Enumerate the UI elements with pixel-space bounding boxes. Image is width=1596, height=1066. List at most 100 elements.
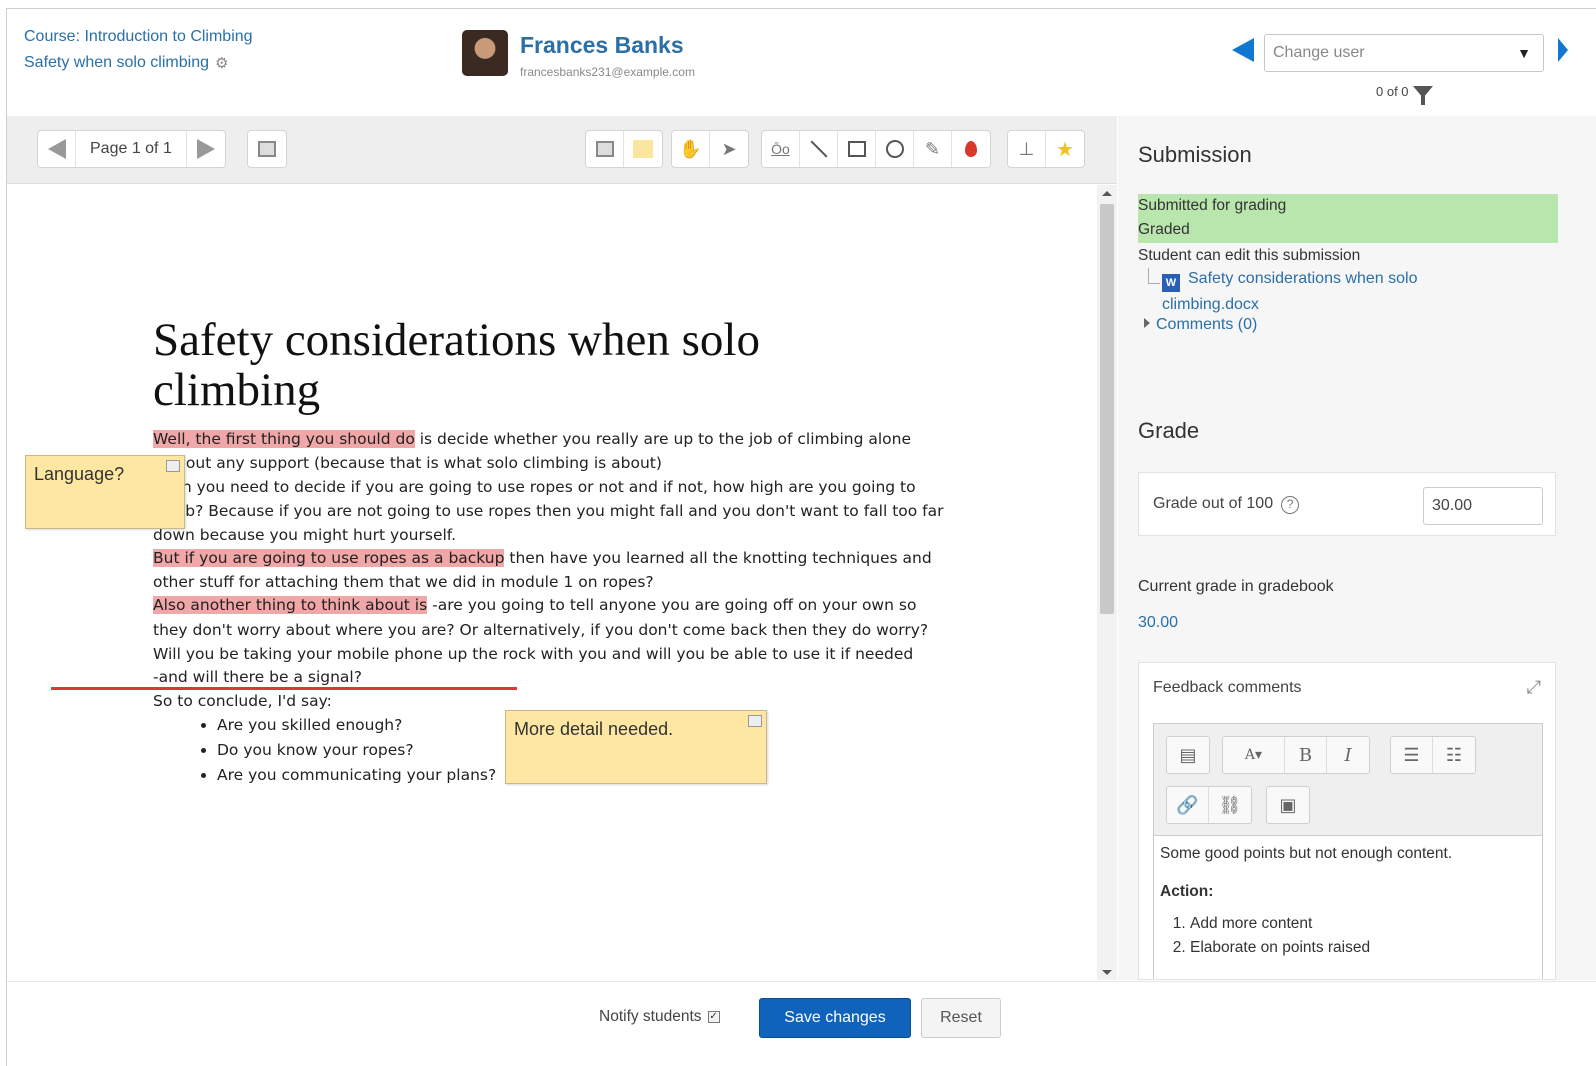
scroll-up-icon[interactable] (1102, 191, 1112, 196)
oval-tool-button[interactable] (876, 131, 914, 167)
filter-icon[interactable] (1412, 85, 1433, 105)
grade-label: Grade out of 100? (1153, 495, 1300, 514)
search-comments-group (247, 130, 287, 168)
list-item: Add more content (1190, 912, 1540, 936)
document-line: without any support (because that is wha… (153, 454, 662, 472)
annotation-toolbar: Page 1 of 1 ✋ ➤ Ōo ✎ ⊥ ★ (7, 116, 1117, 184)
toolbar-toggle-icon: ▤ (1179, 744, 1197, 766)
chevron-down-icon: ▼ (1517, 45, 1531, 61)
comment-color-button[interactable] (586, 131, 624, 167)
status-graded: Graded (1138, 218, 1558, 243)
editor-content[interactable]: Some good points but not enough content.… (1160, 842, 1540, 960)
cog-icon[interactable]: ⚙ (215, 54, 228, 72)
editor-group-format: A▾ B I (1222, 736, 1370, 774)
document-line: But if you are going to use ropes as a b… (153, 549, 932, 567)
ordered-list-button[interactable]: ☷ (1433, 737, 1475, 773)
stamp-button[interactable]: ⊥ (1008, 131, 1046, 167)
comment-menu-icon[interactable] (748, 715, 762, 727)
gradebook-value[interactable]: 30.00 (1138, 614, 1178, 632)
document-line: Well, the first thing you should do is d… (153, 430, 911, 448)
grade-input[interactable]: 30.00 (1423, 487, 1543, 525)
rectangle-tool-button[interactable] (838, 131, 876, 167)
submission-file-link[interactable]: W Safety considerations when solo climbin… (1162, 266, 1502, 318)
user-name[interactable]: Frances Banks (520, 32, 684, 59)
link-button[interactable]: 🔗 (1167, 787, 1209, 823)
editor-group-links: 🔗 ⛓ (1166, 786, 1252, 824)
comments-link[interactable]: Comments (0) (1144, 316, 1257, 334)
navigation-tools-group: ✋ ➤ (671, 130, 749, 168)
course-link[interactable]: Course: Introduction to Climbing (24, 28, 253, 46)
grade-label-text: Grade out of 100 (1153, 495, 1274, 512)
numbered-list-icon: ☷ (1445, 744, 1463, 766)
pan-button[interactable]: ✋ (672, 131, 710, 167)
editor-group-media: ▣ (1266, 786, 1310, 824)
prev-page-button[interactable] (38, 131, 76, 167)
comment-yellow-button[interactable] (624, 131, 662, 167)
tree-connector (1148, 268, 1160, 284)
highlight[interactable]: Well, the first thing you should do (153, 430, 415, 448)
change-user-placeholder: Change user (1273, 44, 1365, 61)
comment-note-detail[interactable]: More detail needed. (505, 710, 767, 784)
list-item: Do you know your ropes? (217, 738, 496, 763)
bold-button[interactable]: B (1285, 737, 1327, 773)
document-line: other stuff for attaching them that we d… (153, 573, 654, 591)
assignment-link[interactable]: Safety when solo climbing ⚙ (24, 54, 228, 72)
page-label: Page 1 of 1 (76, 131, 187, 167)
paragraph-style-button[interactable]: A▾ (1223, 737, 1285, 773)
toolbar-toggle-button[interactable]: ▤ (1167, 737, 1209, 773)
search-comments-button[interactable] (248, 131, 286, 167)
comment-note-text: More detail needed. (514, 719, 674, 739)
line-tool-button[interactable] (800, 131, 838, 167)
star-stamp-icon: ★ (1056, 138, 1074, 161)
assignment-link-label[interactable]: Safety when solo climbing (24, 54, 209, 72)
notify-students-checkbox[interactable]: ✓ (707, 1011, 720, 1023)
comment-note-text: Language? (34, 464, 125, 484)
feedback-action-list: Add more content Elaborate on points rai… (1160, 912, 1540, 960)
italic-button[interactable]: I (1327, 737, 1369, 773)
highlight[interactable]: But if you are going to use ropes as a b… (153, 549, 505, 567)
insert-image-button[interactable]: ▣ (1267, 787, 1309, 823)
color-drop-button[interactable] (952, 131, 990, 167)
comment-menu-icon[interactable] (166, 460, 180, 472)
highlight[interactable]: Also another thing to think about is (153, 596, 428, 614)
oval-icon (885, 140, 904, 158)
gradebook-label: Current grade in gradebook (1138, 578, 1334, 595)
user-email: francesbanks231@example.com (520, 65, 695, 79)
help-icon[interactable]: ? (1281, 496, 1300, 514)
document-line: down because you might hurt yourself. (153, 526, 457, 544)
comment-tool-button[interactable]: Ōo (762, 131, 800, 167)
word-document-icon: W (1162, 274, 1180, 292)
next-page-button[interactable] (187, 131, 225, 167)
previous-user-icon[interactable] (1232, 38, 1254, 62)
document-viewer[interactable]: Safety considerations when solo climbing… (7, 185, 1097, 980)
comments-link-label[interactable]: Comments (0) (1156, 316, 1257, 333)
feedback-title: Feedback comments (1153, 679, 1302, 696)
fullscreen-expand-icon[interactable]: ⤢ (1527, 677, 1541, 698)
comment-color-group (585, 130, 663, 168)
comment-color-icon (595, 141, 614, 157)
editor-toolbar: ▤ A▾ B I ☰ ☷ 🔗 ⛓ ▣ (1154, 724, 1542, 836)
scrollbar-thumb[interactable] (1100, 204, 1114, 614)
select-button[interactable]: ➤ (710, 131, 748, 167)
feedback-editor[interactable]: ▤ A▾ B I ☰ ☷ 🔗 ⛓ ▣ Some good points but … (1153, 723, 1543, 979)
unlink-button[interactable]: ⛓ (1209, 787, 1251, 823)
star-stamp-button[interactable]: ★ (1046, 131, 1084, 167)
color-drop-icon (965, 141, 977, 157)
pen-tool-button[interactable]: ✎ (914, 131, 952, 167)
submission-file-name[interactable]: Safety considerations when solo climbing… (1162, 270, 1417, 313)
comment-note-language[interactable]: Language? (25, 455, 185, 529)
next-user-icon[interactable] (1558, 38, 1568, 62)
list-item: Elaborate on points raised (1190, 936, 1540, 960)
notify-students[interactable]: Notify students ✓ (599, 1008, 720, 1026)
save-changes-button[interactable]: Save changes (759, 998, 911, 1038)
drawing-tools-group: Ōo ✎ (761, 130, 991, 168)
image-icon: ▣ (1279, 794, 1297, 816)
status-submitted: Submitted for grading (1138, 194, 1558, 219)
reset-button[interactable]: Reset (921, 998, 1001, 1038)
font-style-icon: A▾ (1244, 747, 1263, 763)
grade-field-box: Grade out of 100? 30.00 (1138, 472, 1556, 536)
bullet-list-icon: ☰ (1403, 744, 1420, 766)
change-user-select[interactable]: Change user ▼ (1264, 34, 1544, 72)
scroll-down-icon[interactable] (1102, 970, 1112, 975)
unordered-list-button[interactable]: ☰ (1391, 737, 1433, 773)
